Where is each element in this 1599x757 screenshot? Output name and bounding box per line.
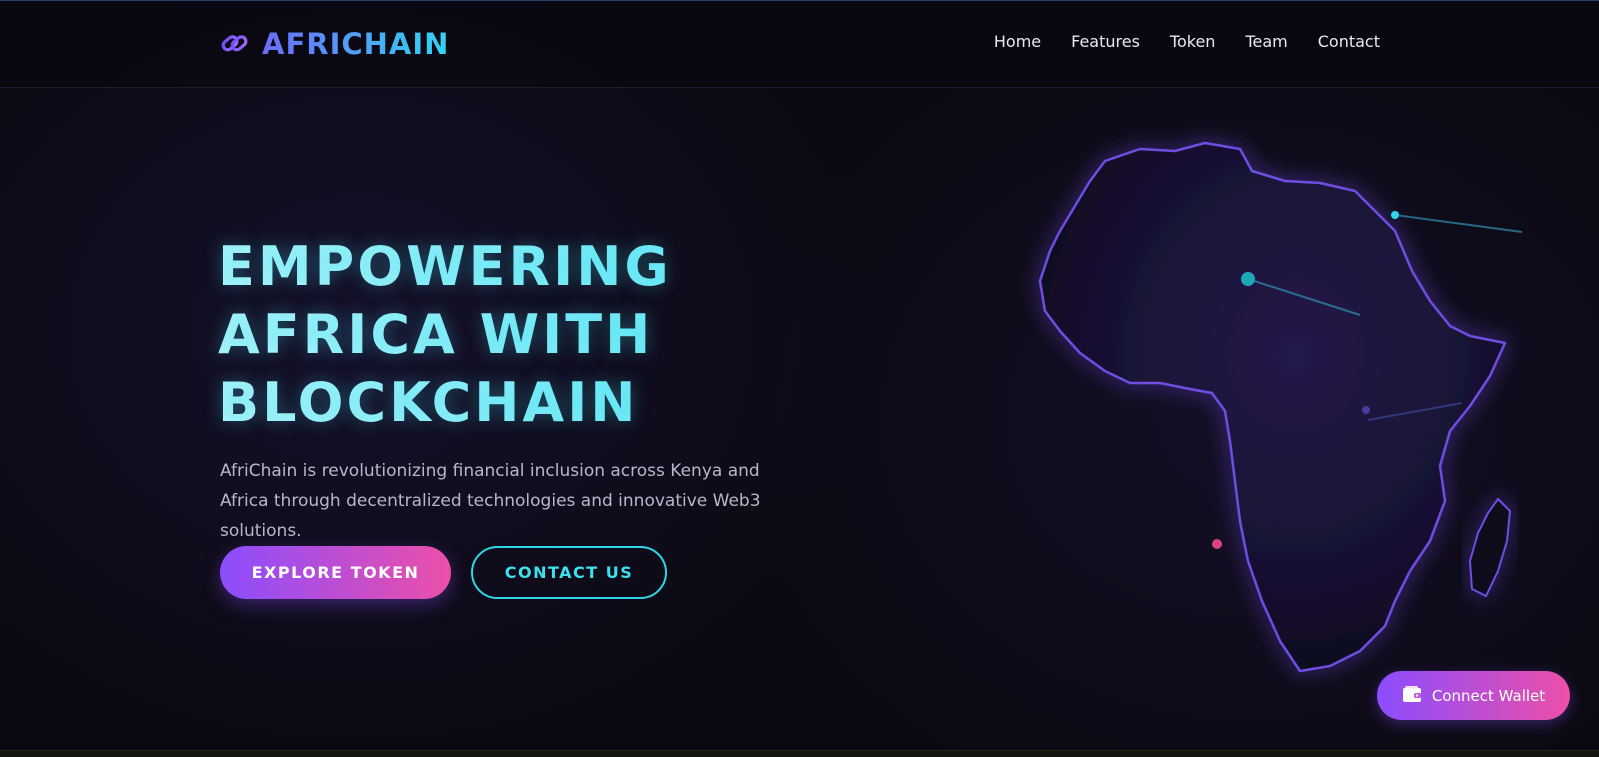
page-frame: AFRICHAIN Home Features Token Team Conta… [0,0,1599,757]
bottom-strip [0,750,1599,757]
connect-wallet-label: Connect Wallet [1431,686,1546,705]
wallet-icon [1402,685,1422,707]
hero-title-line-2: AFRICA WITH [218,303,654,366]
hero-title-line-3: BLOCKCHAIN [218,371,639,434]
nav-contact[interactable]: Contact [1318,32,1380,51]
connect-wallet-button[interactable]: Connect Wallet [1377,671,1570,720]
nav-token[interactable]: Token [1170,32,1216,51]
hero-title-line-1: EMPOWERING [218,235,672,298]
hero-description: AfriChain is revolutionizing financial i… [220,461,761,541]
nav-team[interactable]: Team [1245,32,1287,51]
nav-features[interactable]: Features [1071,32,1140,51]
nav-home[interactable]: Home [994,32,1041,51]
main-nav: Home Features Token Team Contact [994,32,1380,51]
brand-name: AFRICHAIN [262,27,450,61]
site-header: AFRICHAIN Home Features Token Team Conta… [0,1,1599,88]
explore-token-button[interactable]: EXPLORE TOKEN [220,546,451,599]
contact-us-button[interactable]: CONTACT US [471,546,667,599]
brand-logo[interactable]: AFRICHAIN [220,27,449,61]
link-icon [220,30,250,58]
hero-title: EMPOWERING AFRICA WITH BLOCKCHAIN [218,233,778,437]
africa-map-icon [1000,121,1560,701]
